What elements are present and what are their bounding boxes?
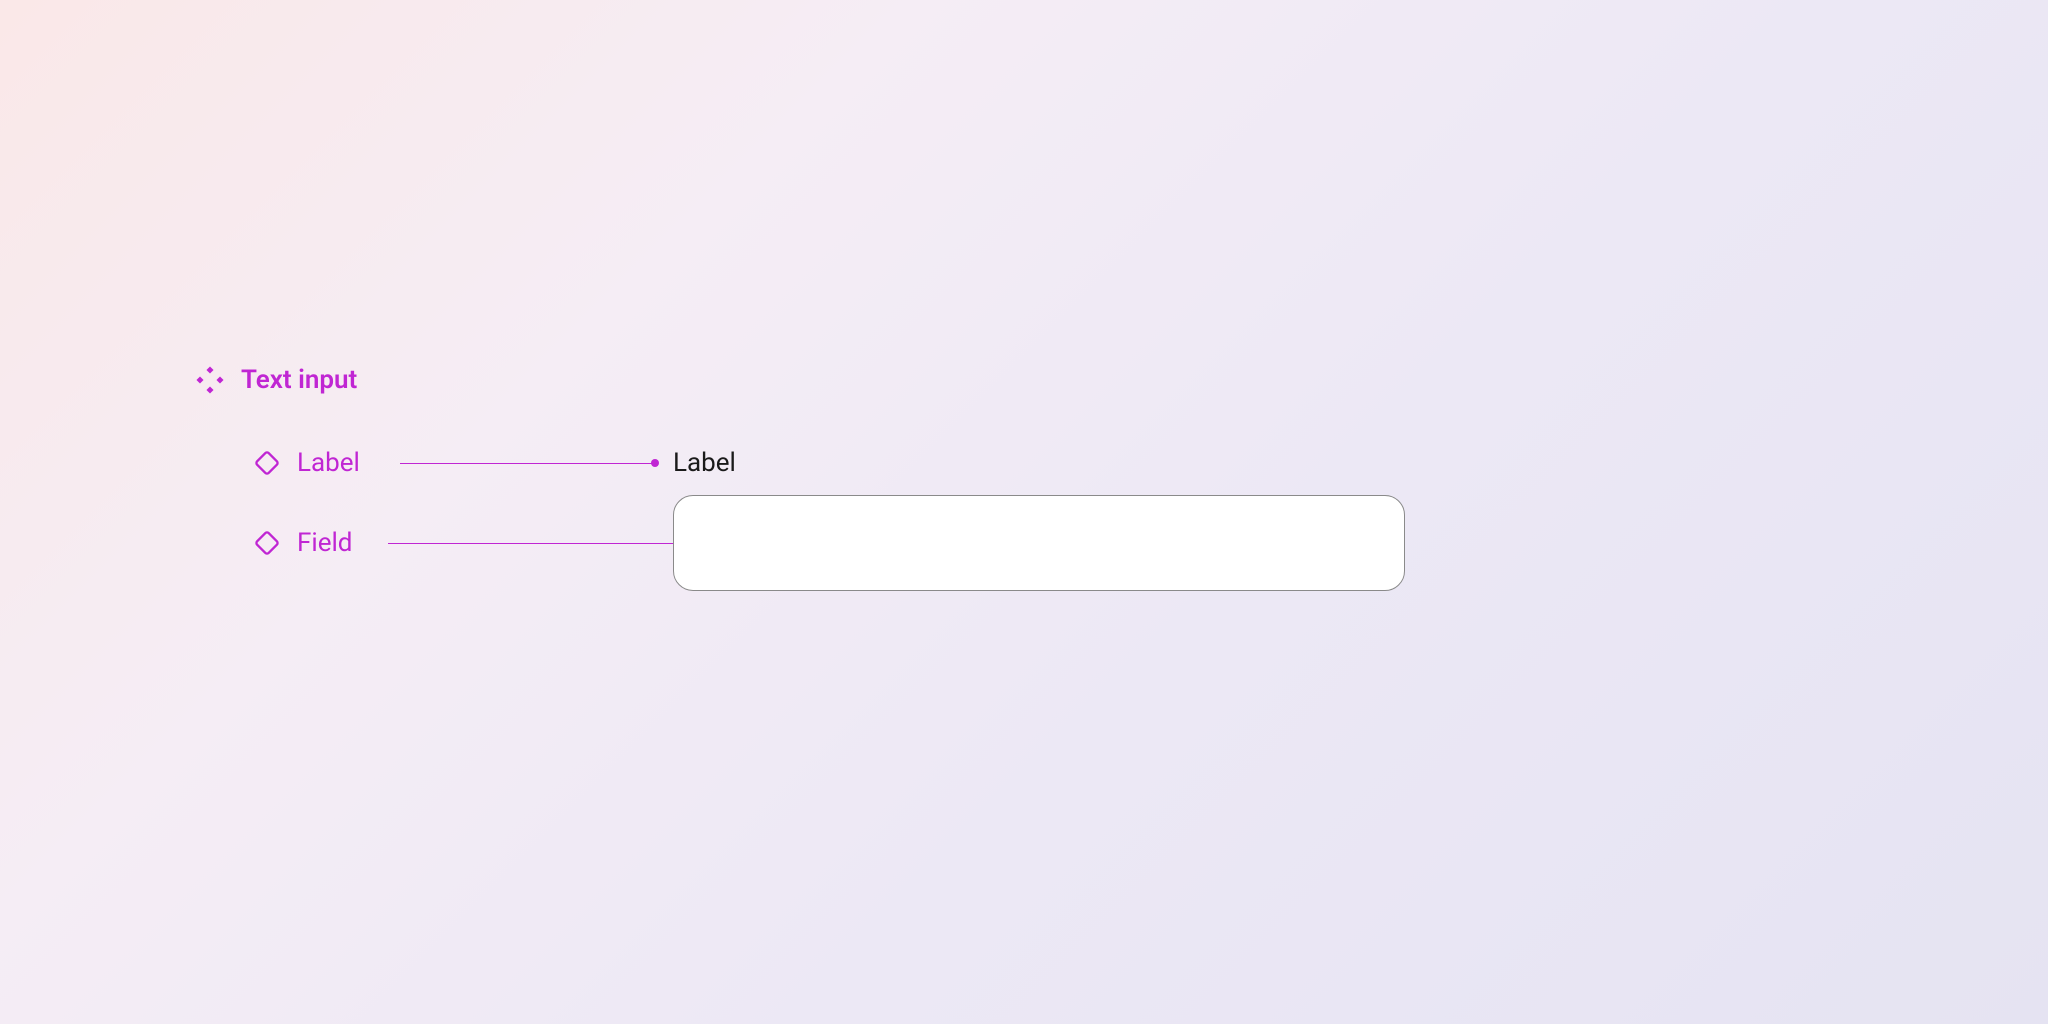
component-header: Text input <box>195 365 357 395</box>
component-title: Text input <box>241 365 357 395</box>
preview-input-field[interactable] <box>673 495 1405 591</box>
component-set-icon <box>195 365 225 395</box>
component-icon <box>253 529 281 557</box>
preview-input-label: Label <box>673 448 736 478</box>
annotation-field-row: Field <box>253 528 352 558</box>
component-icon <box>253 449 281 477</box>
annotation-label-row: Label <box>253 448 360 478</box>
connector-line <box>388 543 698 544</box>
connector-line <box>400 463 655 464</box>
annotation-field-text: Field <box>297 528 352 558</box>
annotation-label-text: Label <box>297 448 360 478</box>
connector-dot <box>651 459 659 467</box>
